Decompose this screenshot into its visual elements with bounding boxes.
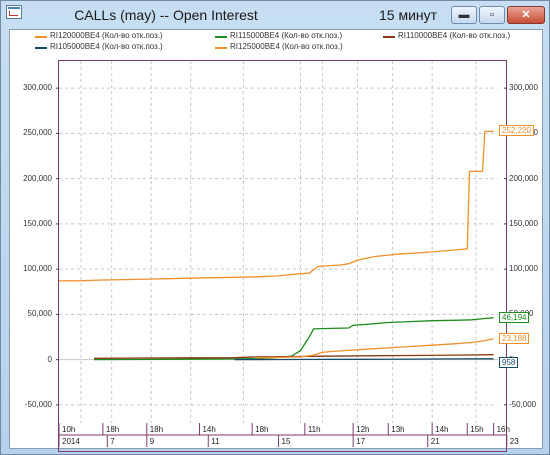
x-time-label: 18h	[105, 425, 120, 434]
x-time-label: 10h	[62, 425, 76, 434]
x-time-label: 13h	[391, 425, 405, 434]
x-time-label: 14h	[435, 425, 449, 434]
last-value-label: 958	[499, 356, 519, 368]
y-tick-label: 250,000	[23, 128, 52, 138]
x-date-label: 15	[281, 437, 291, 446]
chart-window: CALLs (may) -- Open Interest 15 минут ▬ …	[0, 0, 550, 455]
y-tick-label: 50,000	[27, 309, 52, 319]
x-date-label: 7	[110, 437, 115, 446]
chart-area[interactable]: RI120000BE4 (Кол-во отк.поз.) RI115000BE…	[9, 29, 543, 452]
y-tick-label-right: 150,000	[509, 218, 538, 228]
x-time-label: 15h	[470, 425, 484, 434]
y-tick-label: -50,000	[24, 399, 52, 409]
y-tick-label: 0	[47, 354, 52, 364]
y-tick-label-right: -50,000	[509, 399, 537, 409]
x-date-label: 23	[509, 437, 519, 446]
last-value-label: 46,194	[499, 311, 530, 323]
x-date-label: 2014	[62, 437, 80, 446]
y-tick-label: 150,000	[23, 218, 52, 228]
x-time-label: 18h	[255, 425, 269, 434]
x-time-label: 12h	[356, 425, 370, 434]
x-time-label: 16h	[496, 425, 510, 434]
y-tick-label: 200,000	[23, 173, 52, 183]
title-bar[interactable]: CALLs (may) -- Open Interest 15 минут ▬ …	[1, 1, 549, 29]
maximize-button[interactable]: ▫	[479, 6, 505, 24]
line-chart[interactable]	[10, 30, 542, 448]
close-button[interactable]: ✕	[507, 6, 545, 24]
series-line	[94, 317, 494, 361]
series-line	[58, 130, 494, 282]
last-value-label: 23,188	[499, 332, 530, 344]
x-date-label: 21	[430, 437, 440, 446]
minimize-button[interactable]: ▬	[451, 6, 477, 24]
series-line	[234, 358, 494, 361]
y-tick-label: 100,000	[23, 264, 52, 274]
timeframe-label[interactable]: 15 минут	[379, 7, 437, 23]
x-time-label: 11h	[307, 425, 321, 434]
x-date-label: 17	[356, 437, 366, 446]
y-tick-label-right: 200,000	[509, 173, 538, 183]
y-tick-label-right: 300,000	[509, 83, 538, 93]
x-date-label: 9	[149, 437, 155, 446]
y-tick-label-right: 100,000	[509, 264, 538, 274]
last-value-label: 252,220	[499, 125, 534, 137]
x-time-label: 18h	[149, 425, 164, 434]
x-time-label: 14h	[202, 425, 216, 434]
y-tick-label: 300,000	[23, 83, 52, 93]
x-date-label: 11	[211, 437, 220, 446]
window-title: CALLs (may) -- Open Interest	[74, 7, 258, 23]
